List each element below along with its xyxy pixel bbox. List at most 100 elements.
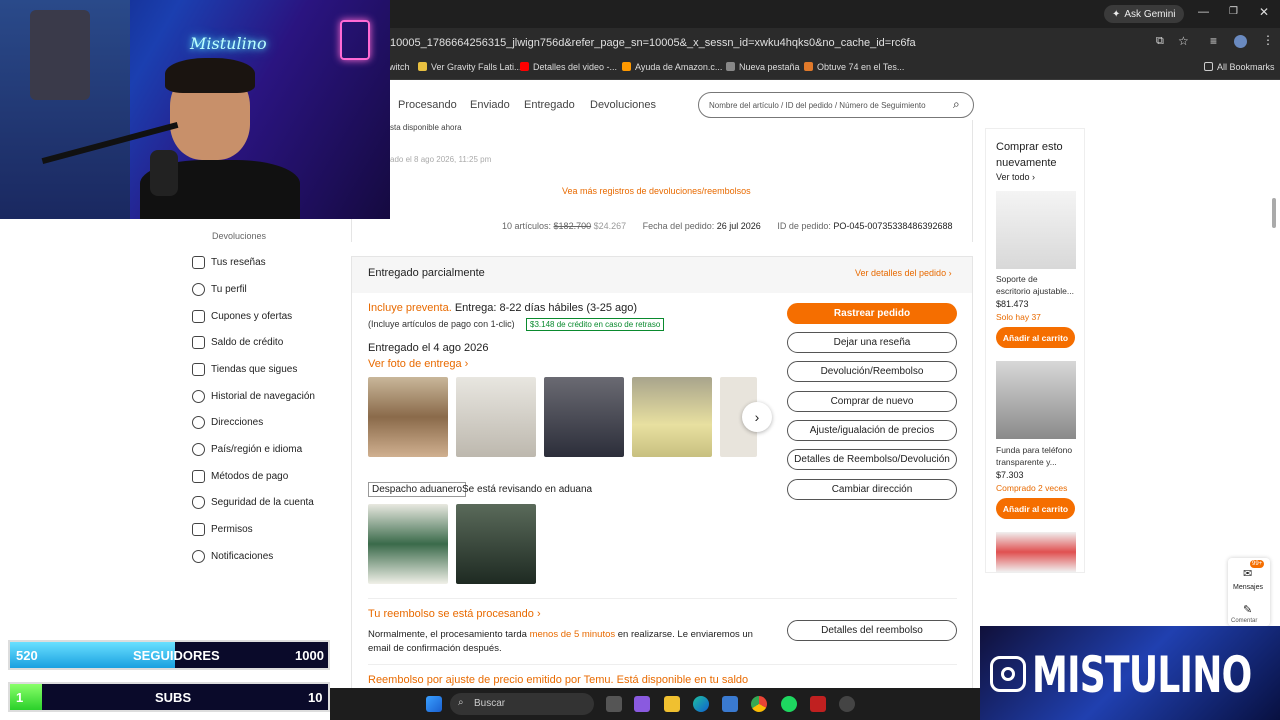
sidebar-item-security[interactable]: Seguridad de la cuenta [192, 496, 314, 509]
product-thumbnail[interactable] [456, 504, 536, 584]
tab-returns[interactable]: Devoluciones [590, 99, 656, 111]
delivery-photo-link[interactable]: Ver foto de entrega › [368, 358, 468, 370]
sidebar-item-region[interactable]: País/región e idioma [192, 443, 302, 456]
search-icon[interactable]: ⌕ [953, 97, 960, 112]
permissions-icon [192, 523, 205, 536]
file-explorer-icon[interactable] [664, 696, 680, 712]
chevron-right-icon[interactable]: › [742, 402, 772, 432]
leave-review-button[interactable]: Dejar una reseña [787, 332, 957, 353]
sidebar-returns-label[interactable]: Devoluciones [212, 231, 266, 241]
all-bookmarks[interactable]: All Bookmarks [1204, 62, 1275, 72]
user-icon [192, 283, 205, 296]
search-placeholder: Nombre del artículo / ID del pedido / Nú… [709, 101, 926, 110]
tab-shipped[interactable]: Enviado [470, 99, 510, 111]
product-thumbnail[interactable] [544, 377, 624, 457]
obs-icon[interactable] [839, 696, 855, 712]
comment-icon[interactable]: ✎ [1243, 603, 1252, 616]
close-icon[interactable]: ✕ [1259, 5, 1269, 19]
availability-text: sta disponible ahora [390, 123, 462, 132]
sidebar-item-payment[interactable]: Métodos de pago [192, 470, 288, 483]
restore-icon[interactable]: ❐ [1229, 6, 1238, 17]
sidebar-item-notifications[interactable]: Notificaciones [192, 550, 273, 563]
order-details-link[interactable]: Ver detalles del pedido › [855, 268, 952, 278]
bookmark-item[interactable]: witch [389, 62, 410, 72]
ask-gemini-button[interactable]: ✦ Ask Gemini [1104, 5, 1184, 23]
tab-delivered[interactable]: Entregado [524, 99, 575, 111]
sidebar-item-permissions[interactable]: Permisos [192, 523, 253, 536]
more-returns-link[interactable]: Vea más registros de devoluciones/reembo… [562, 186, 751, 196]
store-icon [192, 363, 205, 376]
search-icon: ⌕ [458, 697, 464, 708]
star-icon[interactable]: ☆ [1178, 34, 1189, 48]
brand-overlay: MISTULINO [980, 626, 1280, 720]
store-icon[interactable] [722, 696, 738, 712]
product-image[interactable] [996, 532, 1076, 572]
bookmark-item[interactable]: Nueva pestaña [726, 62, 800, 72]
page-scrollbar[interactable] [1272, 198, 1276, 228]
sidebar-item-addresses[interactable]: Direcciones [192, 416, 263, 429]
menu-icon[interactable]: ⋮ [1262, 33, 1274, 47]
order-summary-row: 10 artículos: $182.700 $24.267 Fecha del… [502, 221, 953, 231]
bookmark-item[interactable]: Ver Gravity Falls Lati... [418, 62, 522, 72]
order-search-input[interactable]: Nombre del artículo / ID del pedido / Nú… [698, 92, 974, 118]
bookmark-item[interactable]: Ayuda de Amazon.c... [622, 62, 722, 72]
install-icon[interactable]: ⧉ [1156, 35, 1164, 48]
refund-details-button-2[interactable]: Detalles del reembolso [787, 620, 957, 641]
see-all-link[interactable]: Ver todo › [996, 172, 1035, 182]
messages-icon[interactable]: ✉ [1243, 567, 1252, 580]
spotify-icon[interactable] [781, 696, 797, 712]
windows-start-icon[interactable] [426, 696, 442, 712]
product-name[interactable]: Soporte de escritorio ajustable... [996, 273, 1074, 297]
minimize-icon[interactable]: — [1198, 6, 1209, 18]
taskbar-search[interactable]: ⌕ Buscar [450, 693, 594, 715]
messages-badge: 99+ [1250, 560, 1265, 568]
delivery-line: Incluye preventa. Entrega: 8-22 días háb… [368, 302, 638, 314]
sidebar-item-profile[interactable]: Tu perfil [192, 283, 247, 296]
product-image[interactable] [996, 191, 1076, 269]
sidebar-item-stores[interactable]: Tiendas que sigues [192, 363, 297, 376]
product-thumbnail[interactable] [368, 377, 448, 457]
sidebar-item-coupons[interactable]: Cupones y ofertas [192, 310, 292, 323]
app-icon[interactable] [634, 696, 650, 712]
subs-goal: 10 [308, 690, 323, 705]
profile-avatar[interactable] [1234, 35, 1247, 48]
sidebar-item-credit[interactable]: Saldo de crédito [192, 336, 283, 349]
product-thumbnail[interactable] [456, 377, 536, 457]
tab-processing[interactable]: Procesando [398, 99, 457, 111]
brand-name: MISTULINO [1032, 646, 1252, 704]
track-order-button[interactable]: Rastrear pedido [787, 303, 957, 324]
media-icon[interactable]: ≡ [1210, 34, 1217, 48]
bookmark-item[interactable]: Obtuve 74 en el Tes... [804, 62, 904, 72]
customs-badge: Despacho aduanero [368, 482, 467, 497]
comment-label[interactable]: Comentar [1231, 618, 1257, 624]
bookmark-item[interactable]: Detalles del video -... [520, 62, 617, 72]
sidebar-item-reviews[interactable]: Tus reseñas [192, 256, 266, 269]
return-refund-button[interactable]: Devolución/Reembolso [787, 361, 957, 382]
refund-details-button[interactable]: Detalles de Reembolso/Devolución [787, 449, 957, 470]
poster-figure [30, 10, 90, 100]
clock-icon [192, 390, 205, 403]
buy-again-button[interactable]: Comprar de nuevo [787, 391, 957, 412]
product-thumbnail[interactable] [368, 504, 448, 584]
oneclick-note: (Incluye artículos de pago con 1-clic) [368, 319, 515, 329]
chrome-icon[interactable] [751, 696, 767, 712]
credit-badge: $3.148 de crédito en caso de retraso [526, 318, 665, 331]
product-image[interactable] [996, 361, 1076, 439]
url-text[interactable]: 10005_1786664256315_jlwign756d&refer_pag… [390, 37, 916, 49]
price-adjust-refund-link[interactable]: Reembolso por ajuste de precio emitido p… [368, 674, 748, 686]
messages-label[interactable]: Mensajes [1233, 584, 1263, 591]
edge-icon[interactable] [693, 696, 709, 712]
add-to-cart-button[interactable]: Añadir al carrito [996, 327, 1075, 348]
subs-goal-bar: 1 SUBS 10 [8, 682, 330, 712]
divider [368, 664, 957, 665]
app-icon[interactable] [810, 696, 826, 712]
refund-processing-link[interactable]: Tu reembolso se está procesando › [368, 608, 541, 620]
product-name[interactable]: Funda para teléfono transparente y... [996, 444, 1072, 468]
product-stock-note: Solo hay 37 [996, 312, 1041, 322]
change-address-button[interactable]: Cambiar dirección [787, 479, 957, 500]
sidebar-item-history[interactable]: Historial de navegación [192, 390, 315, 403]
add-to-cart-button[interactable]: Añadir al carrito [996, 498, 1075, 519]
price-adjust-button[interactable]: Ajuste/igualación de precios [787, 420, 957, 441]
task-view-icon[interactable] [606, 696, 622, 712]
product-thumbnail[interactable] [632, 377, 712, 457]
